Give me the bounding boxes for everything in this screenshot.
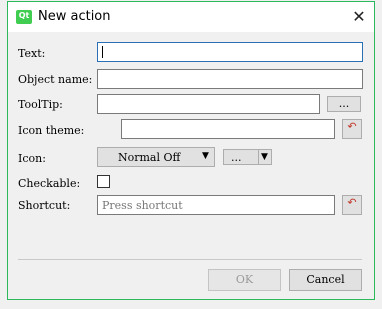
icon-more-button[interactable]: ... ▼: [223, 149, 272, 165]
ok-button[interactable]: OK: [208, 269, 281, 291]
app-icon-text: Qt: [18, 11, 30, 20]
icon-theme-reset-button[interactable]: ↶: [342, 119, 362, 139]
text-input[interactable]: [97, 42, 363, 62]
object-name-input[interactable]: [97, 69, 363, 89]
split-divider: [258, 150, 259, 164]
text-caret: [102, 46, 103, 58]
title-bar: Qt New action ✕: [8, 2, 374, 32]
close-button[interactable]: ✕: [344, 2, 374, 32]
chevron-down-icon: ▼: [261, 152, 268, 162]
icon-label: Icon:: [18, 152, 46, 165]
chevron-down-icon: ▼: [202, 151, 209, 161]
checkable-label: Checkable:: [18, 177, 81, 190]
shortcut-input[interactable]: Press shortcut: [97, 195, 335, 215]
icon-state-selected: Normal Off: [118, 151, 181, 164]
shortcut-reset-button[interactable]: ↶: [342, 195, 362, 215]
text-label: Text:: [18, 47, 46, 60]
icon-state-combobox[interactable]: Normal Off ▼: [97, 147, 215, 167]
new-action-dialog: Qt New action ✕ Text: Object name: ToolT…: [7, 1, 375, 300]
shortcut-label: Shortcut:: [18, 199, 71, 212]
icon-more-label: ...: [231, 151, 242, 164]
reset-arrow-icon: ↶: [347, 120, 357, 133]
qt-app-icon: Qt: [16, 10, 32, 24]
close-icon: ✕: [352, 7, 366, 26]
tooltip-more-button[interactable]: ...: [327, 96, 361, 112]
dialog-title: New action: [38, 9, 111, 24]
reset-arrow-icon: ↶: [347, 196, 357, 209]
cancel-button[interactable]: Cancel: [289, 269, 362, 291]
shortcut-placeholder: Press shortcut: [102, 199, 183, 212]
object-name-label: Object name:: [18, 73, 93, 86]
tooltip-input[interactable]: [97, 94, 320, 114]
checkable-checkbox[interactable]: [97, 175, 110, 188]
icon-theme-input[interactable]: [121, 119, 335, 139]
icon-theme-label: Icon theme:: [18, 124, 85, 137]
tooltip-label: ToolTip:: [18, 98, 63, 111]
dialog-separator: [18, 259, 362, 260]
